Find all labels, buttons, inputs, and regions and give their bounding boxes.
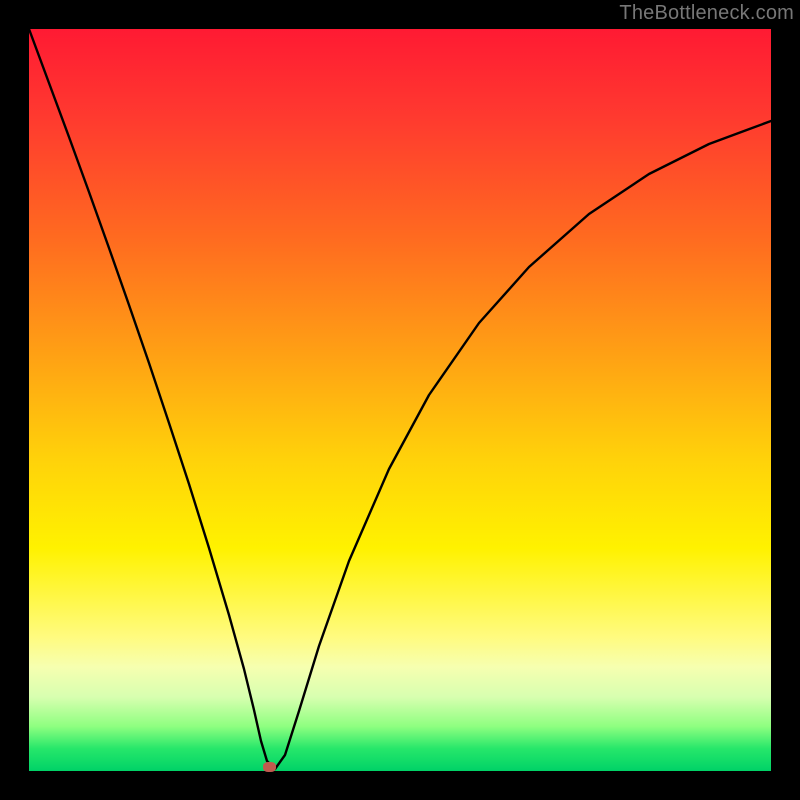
watermark-text: TheBottleneck.com xyxy=(619,2,794,25)
optimal-point-marker xyxy=(263,762,276,772)
chart-frame: TheBottleneck.com xyxy=(0,0,800,800)
bottleneck-curve-path xyxy=(29,29,771,769)
bottleneck-curve-svg xyxy=(29,29,771,771)
